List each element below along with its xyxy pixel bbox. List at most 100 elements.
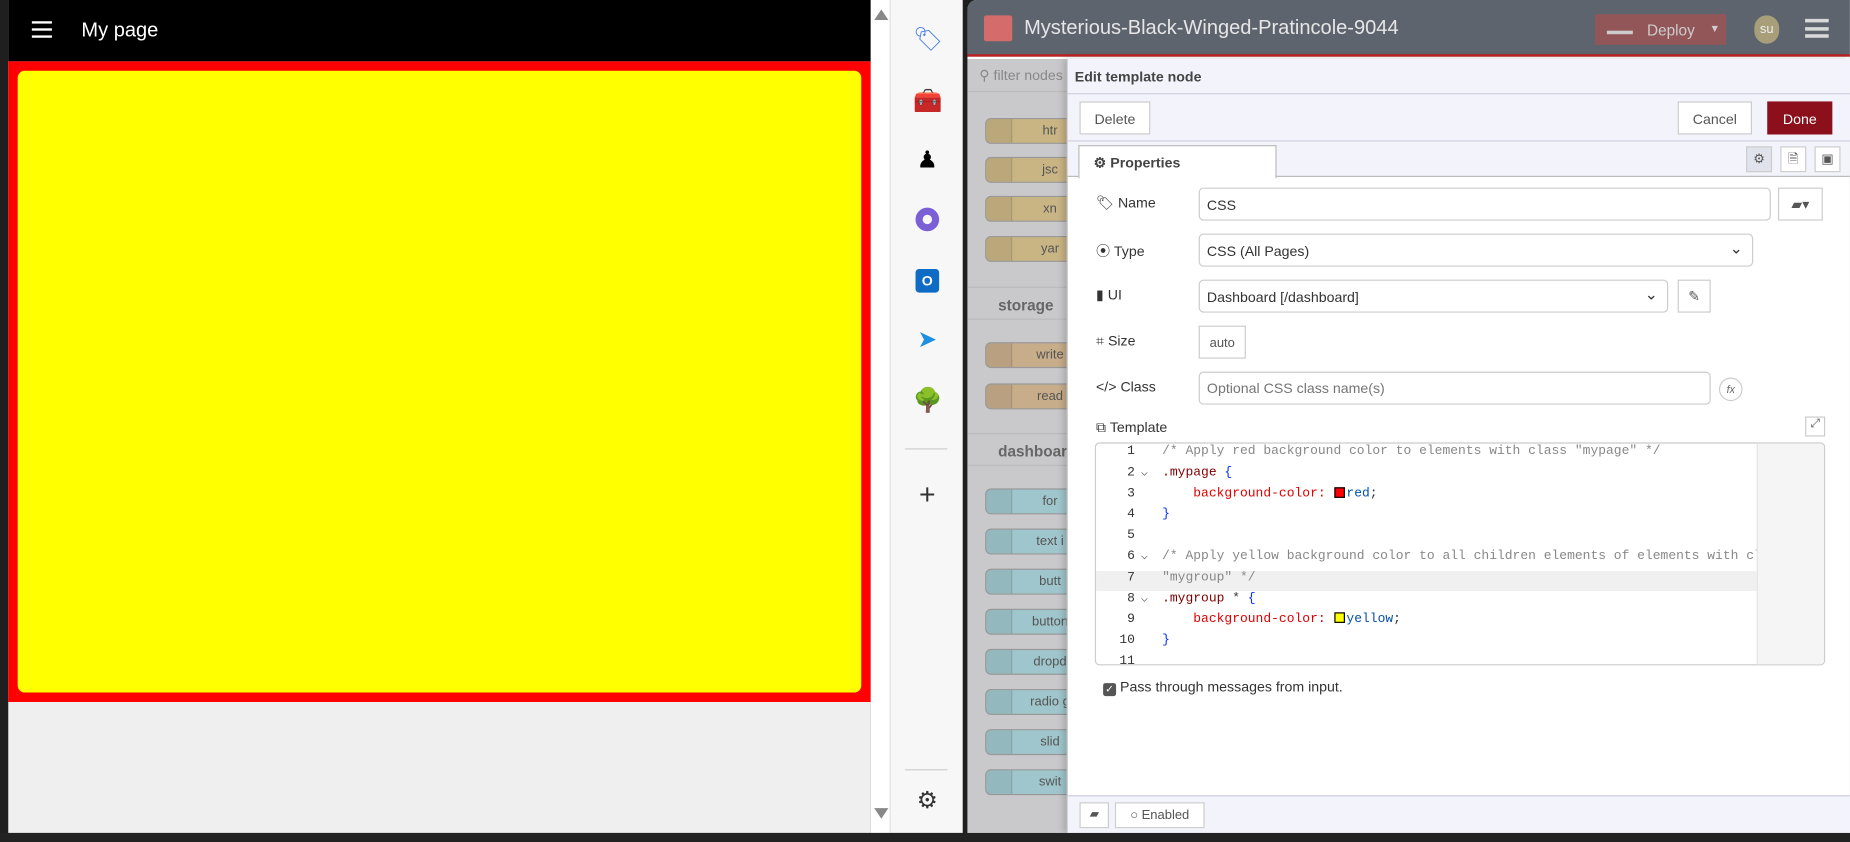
node-description-button[interactable]: 🗎 <box>1780 146 1807 173</box>
palette-node[interactable]: slid <box>985 729 1080 756</box>
dashboard-header: My page <box>8 0 871 62</box>
palette-node[interactable]: button <box>985 608 1080 635</box>
node-red-logo-icon <box>983 15 1013 42</box>
code-token: ; <box>1393 612 1401 627</box>
size-button[interactable]: auto <box>1198 325 1246 359</box>
passthrough-label: Pass through messages from input. <box>1120 678 1343 695</box>
line-number: 6 <box>1127 549 1135 564</box>
fold-chevron-icon[interactable]: ⌵ <box>1141 550 1148 564</box>
code-line: 8 ⌵ .mygroup * { <box>1096 592 1757 612</box>
type-select[interactable]: CSS (All Pages) ⌄ <box>1198 233 1754 267</box>
palette-node[interactable]: xn <box>985 195 1080 222</box>
tab-properties[interactable]: ⚙ Properties <box>1078 145 1277 179</box>
tag-icon[interactable]: 🏷 <box>913 26 943 54</box>
line-number: 2 <box>1127 465 1135 480</box>
main-menu-icon[interactable] <box>1805 18 1829 38</box>
category-storage[interactable]: storage <box>967 286 1068 320</box>
radio-icon <box>986 690 1013 714</box>
type-label: ⦿ Type <box>1096 241 1145 261</box>
book-icon: ▰▾ <box>1791 195 1810 213</box>
mypage-container <box>8 61 871 702</box>
avatar[interactable]: su <box>1754 15 1780 44</box>
select-value: CSS (All Pages) <box>1206 243 1310 260</box>
palette-node[interactable]: jsc <box>985 156 1080 183</box>
search-icon: ⚲ <box>979 67 994 84</box>
color-swatch[interactable] <box>1334 486 1346 498</box>
code-editor[interactable]: 1 /* Apply red background color to elemen… <box>1094 442 1826 666</box>
palette-node[interactable]: read <box>985 383 1080 410</box>
palette-node[interactable]: butt <box>985 568 1080 595</box>
cancel-button[interactable]: Cancel <box>1677 101 1753 135</box>
toolbox-icon[interactable]: 🧰 <box>913 87 942 115</box>
color-swatch[interactable] <box>1334 612 1346 624</box>
divider <box>904 769 948 771</box>
scrollbar[interactable] <box>870 0 890 833</box>
chevron-down-icon[interactable]: ▼ <box>1710 22 1721 34</box>
code-line: 2 ⌵ .mypage { <box>1096 466 1757 486</box>
label-text: Class <box>1120 378 1156 396</box>
code-icon <box>986 119 1013 143</box>
node-library-button[interactable]: ▰▾ <box>1777 187 1823 221</box>
code-line: 6 ⌵ /* Apply yellow background color to al… <box>1096 549 1762 570</box>
tree-icon[interactable]: 🌳 <box>913 387 942 415</box>
expand-icon[interactable]: ⤢ <box>1805 416 1826 437</box>
code-minimap[interactable] <box>1756 443 1824 665</box>
fx-icon[interactable]: fx <box>1718 377 1743 402</box>
line-number: 5 <box>1127 528 1135 543</box>
node-appearance-button[interactable]: ▣ <box>1814 146 1841 173</box>
editor-footer: ▰ ○ Enabled <box>1067 795 1850 833</box>
palette-node[interactable]: swit <box>985 769 1080 796</box>
code-token: * <box>1232 591 1248 606</box>
palette-node[interactable]: yar <box>985 235 1080 262</box>
fold-chevron-icon[interactable]: ⌵ <box>1141 592 1148 606</box>
outlook-icon[interactable]: O <box>913 267 941 295</box>
deploy-button[interactable]: Deploy ▼ <box>1595 14 1727 45</box>
help-book-button[interactable]: ▰ <box>1079 802 1110 829</box>
line-number: 3 <box>1127 486 1135 501</box>
palette-node[interactable]: write <box>985 342 1080 369</box>
document-icon: 🗎 <box>1788 152 1799 167</box>
label-text: Template <box>1109 418 1168 436</box>
gear-icon: ⚙ <box>1753 152 1765 167</box>
delete-button[interactable]: Delete <box>1079 101 1151 135</box>
filter-nodes-input[interactable]: ⚲ filter nodes <box>967 59 1068 93</box>
scroll-up-icon[interactable] <box>874 9 889 21</box>
chess-icon[interactable]: ♟ <box>913 146 941 174</box>
line-number: 10 <box>1119 633 1135 648</box>
hamburger-menu-icon[interactable] <box>31 21 52 38</box>
copilot-icon[interactable] <box>913 205 941 233</box>
category-dashboard[interactable]: dashboard <box>967 432 1077 467</box>
palette-node[interactable]: radio g <box>985 689 1080 715</box>
project-title: Mysterious-Black-Winged-Pratincole-9044 <box>1024 16 1399 39</box>
palette-node[interactable]: dropd <box>985 648 1080 675</box>
code-token: } <box>1162 633 1170 648</box>
palette-node[interactable]: for <box>985 488 1080 515</box>
fold-chevron-icon[interactable]: ⌵ <box>1141 466 1148 480</box>
done-button[interactable]: Done <box>1767 101 1833 135</box>
node-red-window: Mysterious-Black-Winged-Pratincole-9044 … <box>967 0 1850 833</box>
class-input[interactable] <box>1198 371 1711 405</box>
dashboard-window: My page <box>8 0 871 833</box>
passthrough-checkbox-row[interactable]: ✓ Pass through messages from input. <box>1103 678 1343 697</box>
divider <box>904 448 948 450</box>
radio-dot-icon: ⦿ <box>1096 243 1114 260</box>
node-properties-button[interactable]: ⚙ <box>1746 146 1773 173</box>
chevron-down-icon: ⌄ <box>1644 285 1658 304</box>
line-number: 1 <box>1127 444 1135 459</box>
ui-select[interactable]: Dashboard [/dashboard] ⌄ <box>1198 279 1669 313</box>
gear-icon[interactable]: ⚙ <box>913 787 941 815</box>
palette-node[interactable]: htr <box>985 117 1080 144</box>
label-text: Name <box>1117 194 1156 212</box>
code-token: /* Apply red background color to element… <box>1162 444 1661 459</box>
enabled-toggle[interactable]: ○ Enabled <box>1114 802 1205 829</box>
telegram-icon[interactable]: ➤ <box>913 326 941 354</box>
checkbox-checked-icon[interactable]: ✓ <box>1103 683 1117 697</box>
palette-node[interactable]: text i <box>985 528 1080 555</box>
edit-ui-button[interactable]: ✎ <box>1677 279 1711 313</box>
name-input[interactable]: CSS <box>1198 187 1771 221</box>
scroll-down-icon[interactable] <box>874 808 889 819</box>
editor-tabs: ⚙ Properties ⚙ 🗎 ▣ <box>1067 141 1850 179</box>
plus-icon[interactable]: + <box>913 481 941 509</box>
circle-icon: ○ <box>1130 808 1142 823</box>
code-token: .mypage <box>1162 465 1225 480</box>
